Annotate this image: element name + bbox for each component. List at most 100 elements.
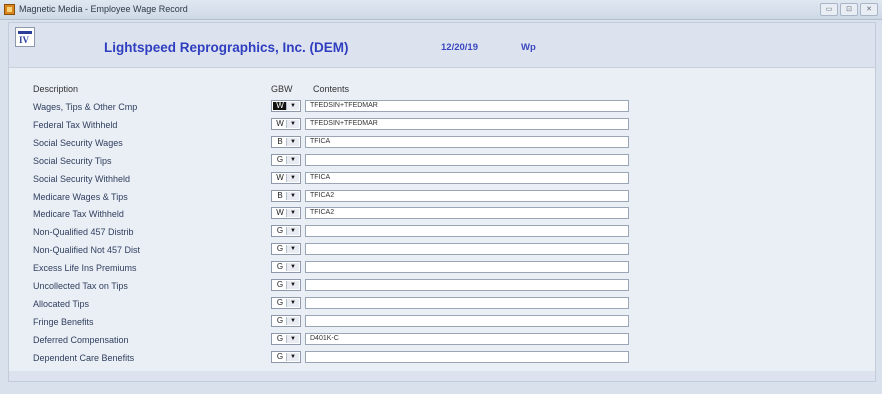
row-label: Dependent Care Benefits xyxy=(33,352,135,363)
main-content: Lightspeed Reprographics, Inc. (DEM) 12/… xyxy=(8,22,876,382)
gbw-value: G xyxy=(276,315,284,325)
title-bar: Magnetic Media - Employee Wage Record ▭ … xyxy=(0,0,882,20)
header-band: Lightspeed Reprographics, Inc. (DEM) 12/… xyxy=(9,23,875,63)
gbw-value: W xyxy=(276,172,284,182)
gbw-select[interactable]: G ▼ xyxy=(271,296,301,309)
dropdown-arrow-icon[interactable]: ▼ xyxy=(286,155,299,164)
gbw-select[interactable]: G ▼ xyxy=(271,279,301,291)
gbw-value: G xyxy=(276,262,284,272)
contents-input[interactable] xyxy=(305,350,629,363)
contents-input[interactable]: TFEDSIN+TFEDMAR xyxy=(305,117,629,130)
company-name: Lightspeed Reprographics, Inc. (DEM) xyxy=(104,40,349,55)
dropdown-arrow-icon[interactable]: ▼ xyxy=(286,245,299,254)
contents-input[interactable]: TFICA xyxy=(305,135,629,148)
gbw-select[interactable]: W ▼ xyxy=(271,100,301,112)
row-label: Deferred Compensation xyxy=(33,334,129,345)
row-label: Social Security Wages xyxy=(33,137,123,148)
contents-input[interactable]: TFICA xyxy=(305,171,629,184)
wage-row: Fringe Benefits G ▼ xyxy=(9,314,875,330)
contents-input[interactable]: TFICA2 xyxy=(305,207,629,220)
dropdown-arrow-icon[interactable]: ▼ xyxy=(286,191,299,200)
row-label: Federal Tax Withheld xyxy=(33,119,118,130)
wage-row: Allocated Tips G ▼ xyxy=(9,296,875,312)
contents-input[interactable] xyxy=(305,243,629,256)
gbw-select[interactable]: G ▼ xyxy=(271,153,301,166)
column-header-description: Description xyxy=(33,84,79,94)
contents-input[interactable] xyxy=(305,261,629,274)
dropdown-arrow-icon[interactable]: ▼ xyxy=(286,102,299,110)
contents-input[interactable] xyxy=(305,314,629,327)
contents-input[interactable] xyxy=(305,225,629,238)
gbw-value: B xyxy=(277,190,283,200)
wage-row: Non-Qualified Not 457 Dist G ▼ xyxy=(9,243,875,258)
gbw-value: B xyxy=(277,136,283,146)
dropdown-arrow-icon[interactable]: ▼ xyxy=(286,227,299,236)
contents-input[interactable]: TFICA2 xyxy=(305,189,629,202)
dropdown-arrow-icon[interactable]: ▼ xyxy=(286,281,299,289)
contents-input[interactable] xyxy=(305,153,629,166)
gbw-value: G xyxy=(276,154,284,164)
gbw-value: G xyxy=(276,351,284,361)
gbw-select[interactable]: G ▼ xyxy=(271,261,301,274)
gbw-select[interactable]: W ▼ xyxy=(271,117,301,130)
contents-input[interactable]: TFEDSIN+TFEDMAR xyxy=(305,100,629,112)
close-button[interactable]: ✕ xyxy=(860,3,878,16)
gbw-select[interactable]: W ▼ xyxy=(271,171,301,184)
row-label: Allocated Tips xyxy=(33,298,90,309)
dropdown-arrow-icon[interactable]: ▼ xyxy=(286,209,299,218)
row-label: Non-Qualified 457 Distrib xyxy=(33,227,134,238)
column-header-gbw: GBW xyxy=(271,84,293,94)
wage-row: Social Security Tips G ▼ xyxy=(9,153,875,169)
contents-input[interactable] xyxy=(305,296,629,309)
gbw-value: W xyxy=(276,118,284,128)
gbw-value: W xyxy=(276,208,284,218)
module-logo-icon xyxy=(15,27,35,47)
row-label: Medicare Wages & Tips xyxy=(33,191,128,202)
dropdown-arrow-icon[interactable]: ▼ xyxy=(286,119,299,128)
wage-row: Social Security Wages B ▼ TFICA xyxy=(9,135,875,151)
bottom-bar xyxy=(9,371,875,381)
wage-record-panel: Description GBW Contents Wages, Tips & O… xyxy=(9,67,875,373)
wage-row: Uncollected Tax on Tips G ▼ xyxy=(9,279,875,294)
row-label: Fringe Benefits xyxy=(33,316,94,327)
dropdown-arrow-icon[interactable]: ▼ xyxy=(286,173,299,182)
contents-input[interactable]: D401K-C xyxy=(305,332,629,345)
column-header-contents: Contents xyxy=(313,84,350,94)
session-date: 12/20/19 xyxy=(441,42,478,53)
window-controls: ▭ ⊡ ✕ xyxy=(820,3,878,16)
wage-row: Federal Tax Withheld W ▼ TFEDSIN+TFEDMAR xyxy=(9,117,875,133)
gbw-value: G xyxy=(276,280,284,289)
row-label: Social Security Tips xyxy=(33,155,112,166)
contents-input[interactable] xyxy=(305,279,629,291)
gbw-select[interactable]: G ▼ xyxy=(271,332,301,345)
gbw-select[interactable]: W ▼ xyxy=(271,207,301,220)
gbw-select[interactable]: B ▼ xyxy=(271,189,301,202)
dropdown-arrow-icon[interactable]: ▼ xyxy=(286,263,299,272)
gbw-value: G xyxy=(276,333,284,343)
gbw-select[interactable]: G ▼ xyxy=(271,314,301,327)
wage-row: Wages, Tips & Other Cmp W ▼ TFEDSIN+TFEDMAR xyxy=(9,100,875,115)
row-label: Social Security Withheld xyxy=(33,173,131,184)
wage-row: Social Security Withheld W ▼ TFICA xyxy=(9,171,875,187)
dropdown-arrow-icon[interactable]: ▼ xyxy=(286,137,299,146)
dropdown-arrow-icon[interactable]: ▼ xyxy=(286,334,299,343)
gbw-value: W xyxy=(273,102,287,110)
gbw-value: G xyxy=(276,244,284,254)
maximize-button[interactable]: ⊡ xyxy=(840,3,858,16)
gbw-select[interactable]: G ▼ xyxy=(271,350,301,363)
row-label: Excess Life Ins Premiums xyxy=(33,263,137,274)
wage-row: Medicare Wages & Tips B ▼ TFICA2 xyxy=(9,189,875,205)
minimize-button[interactable]: ▭ xyxy=(820,3,838,16)
dropdown-arrow-icon[interactable]: ▼ xyxy=(286,352,299,361)
wage-row: Excess Life Ins Premiums G ▼ xyxy=(9,261,875,276)
gbw-select[interactable]: G ▼ xyxy=(271,225,301,238)
dropdown-arrow-icon[interactable]: ▼ xyxy=(286,316,299,325)
gbw-select[interactable]: B ▼ xyxy=(271,135,301,148)
dropdown-arrow-icon[interactable]: ▼ xyxy=(286,298,299,307)
gbw-select[interactable]: G ▼ xyxy=(271,243,301,256)
wage-row: Dependent Care Benefits G ▼ xyxy=(9,350,875,366)
wage-row: Deferred Compensation G ▼ D401K-C xyxy=(9,332,875,348)
gbw-value: G xyxy=(276,226,284,236)
wage-row: Medicare Tax Withheld W ▼ TFICA2 xyxy=(9,207,875,222)
row-label: Uncollected Tax on Tips xyxy=(33,281,128,291)
